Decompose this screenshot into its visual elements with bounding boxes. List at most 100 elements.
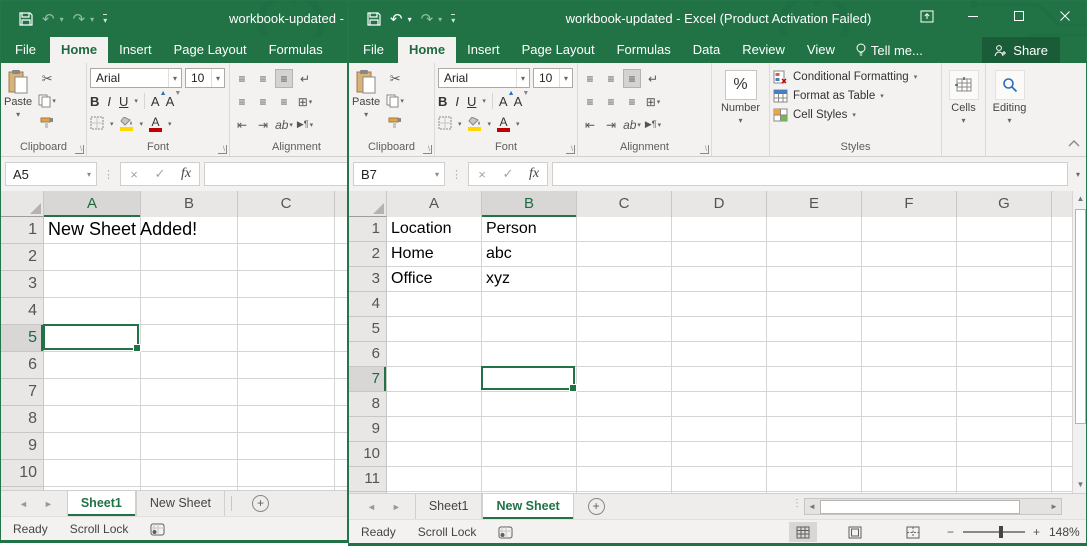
cell-A2[interactable] <box>44 244 141 271</box>
ribbon-display-options-icon[interactable] <box>904 1 950 31</box>
merge-center-button[interactable]: ⊞▾ <box>644 92 662 111</box>
row-header-6[interactable]: 6 <box>1 352 43 379</box>
font-color-caret-icon[interactable]: ▾ <box>516 120 520 128</box>
select-all-corner[interactable] <box>349 191 387 217</box>
cell-B1[interactable]: Person <box>482 217 577 242</box>
cell-F2[interactable] <box>862 242 957 267</box>
text-direction-button[interactable]: ▶¶▾ <box>644 115 662 134</box>
direction-caret-icon[interactable]: ▾ <box>658 121 662 129</box>
cell-x6[interactable] <box>335 352 348 379</box>
increase-font-button[interactable]: A▲ <box>499 94 508 109</box>
cell-A10[interactable] <box>387 442 482 467</box>
cell-F6[interactable] <box>862 342 957 367</box>
sheet-tab-sheet1[interactable]: Sheet1 <box>67 491 136 516</box>
cell-B2[interactable] <box>141 244 238 271</box>
underline-caret-icon[interactable]: ▾ <box>134 97 138 105</box>
row-header-3[interactable]: 3 <box>349 267 386 292</box>
tab-formulas[interactable]: Formulas <box>606 37 682 63</box>
row-header-4[interactable]: 4 <box>1 298 43 325</box>
italic-button[interactable]: I <box>105 94 113 109</box>
font-size-caret-icon[interactable]: ▾ <box>559 69 572 87</box>
alignment-dialog-launcher-icon[interactable]: \ <box>700 145 709 154</box>
align-right-button[interactable]: ≡ <box>275 92 293 111</box>
cell-x4[interactable] <box>335 298 348 325</box>
cell-styles-button[interactable]: Cell Styles ▾ <box>773 108 938 122</box>
cell-B2[interactable]: abc <box>482 242 577 267</box>
tab-home[interactable]: Home <box>398 37 456 63</box>
cell-styles-caret-icon[interactable]: ▾ <box>852 111 856 119</box>
fill-color-caret-icon[interactable]: ▾ <box>140 120 144 128</box>
column-header-A[interactable]: A <box>44 191 141 217</box>
prev-sheet-icon[interactable]: ◄ <box>19 499 28 509</box>
underline-button[interactable]: U <box>119 94 128 109</box>
orientation-button[interactable]: ab▾ <box>623 115 641 134</box>
zoom-level[interactable]: 148% <box>1049 520 1080 544</box>
format-painter-icon[interactable] <box>384 114 406 132</box>
cell-G9[interactable] <box>957 417 1052 442</box>
row-header-8[interactable]: 8 <box>349 392 386 417</box>
cell-x2[interactable] <box>335 244 348 271</box>
decrease-indent-button[interactable]: ⇤ <box>581 115 599 134</box>
cell-D10[interactable] <box>672 442 767 467</box>
prev-sheet-icon[interactable]: ◄ <box>367 502 376 512</box>
cell-D11[interactable] <box>672 467 767 492</box>
vertical-scroll-thumb[interactable] <box>1075 209 1086 424</box>
cell-B7[interactable] <box>141 379 238 406</box>
cut-icon[interactable]: ✂ <box>36 70 58 88</box>
vertical-scrollbar[interactable]: ▲ ▼ <box>1072 191 1087 493</box>
cell-x5[interactable] <box>335 325 348 352</box>
cell-A7[interactable] <box>44 379 141 406</box>
name-box[interactable]: B7 ▾ <box>353 162 445 186</box>
macro-record-icon[interactable] <box>150 523 165 536</box>
cell-E1[interactable] <box>767 217 862 242</box>
number-caret-icon[interactable]: ▾ <box>738 116 742 125</box>
row-header-4[interactable]: 4 <box>349 292 386 317</box>
cell-A6[interactable] <box>44 352 141 379</box>
column-header-C[interactable]: C <box>238 191 335 217</box>
cell-B11[interactable] <box>482 467 577 492</box>
cell-E3[interactable] <box>767 267 862 292</box>
row-header-2[interactable]: 2 <box>349 242 386 267</box>
sheetbar-splitter[interactable]: ⋮ <box>792 500 802 507</box>
merge-caret-icon[interactable]: ▾ <box>309 98 313 106</box>
cell-E9[interactable] <box>767 417 862 442</box>
row-header-6[interactable]: 6 <box>349 342 386 367</box>
maximize-icon[interactable] <box>996 1 1042 31</box>
name-box[interactable]: A5 ▾ <box>5 162 97 186</box>
cell-F7[interactable] <box>862 367 957 392</box>
cell-A2[interactable]: Home <box>387 242 482 267</box>
wrap-text-button[interactable]: ↵ <box>644 69 662 88</box>
format-painter-icon[interactable] <box>36 114 58 132</box>
cell-B5[interactable] <box>141 325 238 352</box>
cell-F4[interactable] <box>862 292 957 317</box>
cell-F1[interactable] <box>862 217 957 242</box>
cell-D1[interactable] <box>672 217 767 242</box>
font-color-caret-icon[interactable]: ▾ <box>168 120 172 128</box>
cell-F9[interactable] <box>862 417 957 442</box>
align-center-button[interactable]: ≡ <box>602 92 620 111</box>
tab-insert[interactable]: Insert <box>108 37 163 63</box>
borders-caret-icon[interactable]: ▾ <box>110 120 114 128</box>
clipboard-dialog-launcher-icon[interactable]: \ <box>75 145 84 154</box>
cell-D3[interactable] <box>672 267 767 292</box>
font-dialog-launcher-icon[interactable]: \ <box>566 145 575 154</box>
cell-C5[interactable] <box>577 317 672 342</box>
column-header-G[interactable]: G <box>957 191 1052 217</box>
cell-E8[interactable] <box>767 392 862 417</box>
cell-C2[interactable] <box>577 242 672 267</box>
redo-icon[interactable]: ↷ <box>73 12 86 27</box>
normal-view-icon[interactable] <box>789 522 817 542</box>
page-break-view-icon[interactable] <box>899 522 927 542</box>
conditional-formatting-button[interactable]: Conditional Formatting ▾ <box>773 70 938 84</box>
tab-file[interactable]: File <box>349 37 398 63</box>
name-box-caret-icon[interactable]: ▾ <box>430 170 444 179</box>
name-box-caret-icon[interactable]: ▾ <box>82 170 96 179</box>
row-header-5[interactable]: 5 <box>349 317 386 342</box>
cell-A4[interactable] <box>387 292 482 317</box>
row-header-1[interactable]: 1 <box>349 217 386 242</box>
new-sheet-button[interactable]: + <box>588 498 605 515</box>
zoom-in-icon[interactable]: + <box>1033 520 1040 544</box>
row-header-9[interactable]: 9 <box>349 417 386 442</box>
align-right-button[interactable]: ≡ <box>623 92 641 111</box>
fill-color-caret-icon[interactable]: ▾ <box>488 120 492 128</box>
